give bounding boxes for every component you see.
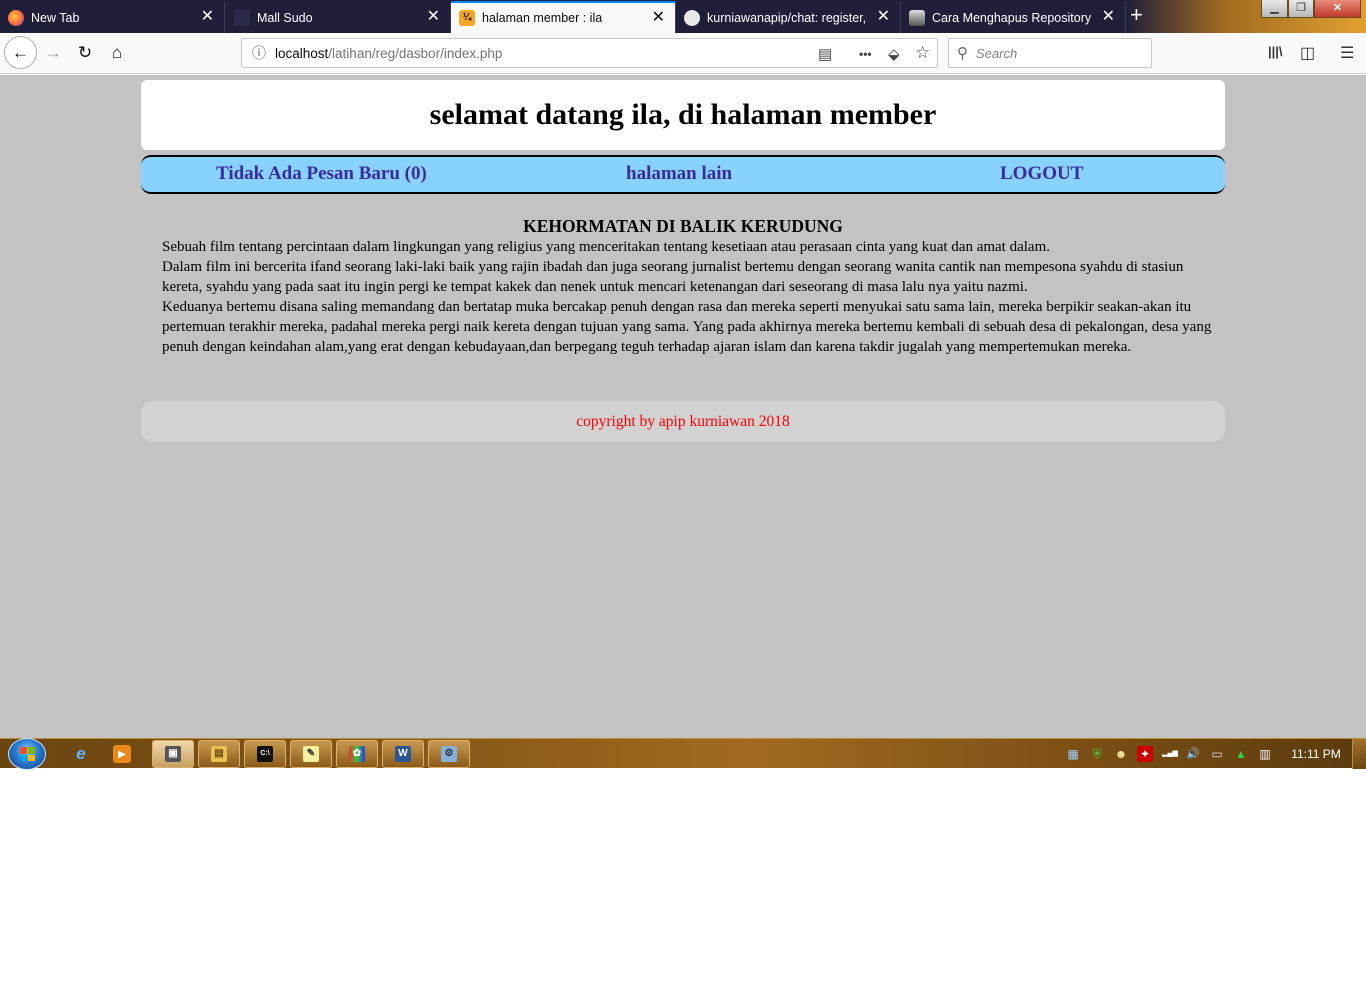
site-info-icon[interactable]: ⓘ: [252, 43, 266, 63]
file-explorer-icon: ▤: [211, 746, 227, 762]
avatar-favicon: [909, 9, 925, 26]
messenger-icon[interactable]: ☻: [1113, 746, 1129, 762]
paint-icon: ✿: [349, 746, 365, 762]
page-footer: copyright by apip kurniawan 2018: [141, 401, 1225, 442]
signal-strength-icon[interactable]: ▂▄▆: [1161, 746, 1179, 762]
volume-icon[interactable]: 🔊: [1185, 746, 1201, 762]
minimize-button[interactable]: ▁: [1261, 0, 1288, 18]
tab-label: kurniawanapip/chat: register,lo: [707, 10, 867, 25]
page-header: selamat datang ila, di halaman member: [141, 80, 1225, 150]
page-title: selamat datang ila, di halaman member: [429, 98, 937, 131]
tab-label: Mall Sudo: [257, 10, 313, 25]
menu-icon[interactable]: ☰: [1340, 43, 1354, 63]
xampp-favicon: ¼: [459, 10, 475, 26]
reload-button[interactable]: ↻: [69, 37, 101, 69]
back-button[interactable]: ←: [4, 36, 37, 69]
article-paragraph: Dalam film ini bercerita ifand seorang l…: [162, 259, 1184, 295]
search-icon: ⚲: [957, 45, 968, 62]
search-bar[interactable]: ⚲ Search: [948, 38, 1152, 68]
url-path: /latihan/reg/dasbor/index.php: [328, 45, 503, 61]
taskbar-app-explorer[interactable]: ▤: [198, 740, 240, 768]
acrobat-icon[interactable]: ✦: [1137, 746, 1153, 762]
article-paragraph: Sebuah film tentang percintaan dalam lin…: [162, 239, 1050, 255]
home-button[interactable]: ⌂: [101, 37, 133, 69]
security-shield-icon[interactable]: ⛨: [1089, 746, 1105, 762]
sidebar-icon[interactable]: ◫: [1300, 43, 1315, 63]
maximize-button[interactable]: ❐: [1288, 0, 1314, 18]
member-menu-bar: Tidak Ada Pesan Baru (0) halaman lain LO…: [141, 155, 1225, 194]
tab-close-icon[interactable]: ✕: [652, 10, 665, 26]
internet-explorer-icon[interactable]: e: [68, 741, 94, 767]
start-button[interactable]: [8, 738, 46, 770]
firefox-icon: [8, 9, 24, 26]
new-tab-button[interactable]: +: [1130, 4, 1143, 26]
url-bar[interactable]: ⓘ localhost/latihan/reg/dasbor/index.php…: [241, 38, 938, 68]
tab-new-tab[interactable]: New Tab ✕: [0, 2, 225, 33]
tab-mall-sudo[interactable]: Mall Sudo ✕: [226, 2, 451, 33]
tab-close-icon[interactable]: ✕: [201, 9, 214, 25]
browser-navigation-bar: ← → ↻ ⌂ ⓘ localhost/latihan/reg/dasbor/i…: [0, 33, 1366, 74]
article-title: KEHORMATAN DI BALIK KERUDUNG: [523, 216, 843, 236]
article: KEHORMATAN DI BALIK KERUDUNG Sebuah film…: [141, 215, 1225, 357]
github-icon: [684, 9, 700, 26]
tab-label: halaman member : ila: [482, 11, 603, 25]
library-icon[interactable]: |||\: [1268, 44, 1283, 59]
display-icon[interactable]: ▭: [1209, 746, 1225, 762]
taskbar-app-word[interactable]: W: [382, 740, 424, 768]
taskbar-app-cmd[interactable]: C:\: [244, 740, 286, 768]
tab-cara-menghapus[interactable]: Cara Menghapus Repository Di ✕: [901, 2, 1126, 33]
usb-device-icon[interactable]: ▥: [1257, 746, 1273, 762]
firefox-app-icon: ▣: [165, 746, 181, 762]
tab-close-icon[interactable]: ✕: [1102, 9, 1115, 25]
tab-close-icon[interactable]: ✕: [877, 9, 890, 25]
mall-sudo-favicon: [234, 9, 250, 26]
system-clock[interactable]: 11:11 PM: [1284, 739, 1348, 769]
search-placeholder: Search: [976, 45, 1018, 61]
taskbar-app-notepad[interactable]: ✎: [290, 740, 332, 768]
page-actions-icon[interactable]: •••: [859, 47, 872, 61]
taskbar-app-paint[interactable]: ✿: [336, 740, 378, 768]
browser-tab-strip: New Tab ✕ Mall Sudo ✕ ¼ halaman member :…: [0, 0, 1366, 33]
tab-github-chat[interactable]: kurniawanapip/chat: register,lo ✕: [676, 2, 901, 33]
url-host: localhost: [275, 45, 329, 61]
tab-label: New Tab: [31, 10, 80, 25]
media-player-icon[interactable]: ▶: [113, 745, 131, 763]
show-desktop-button[interactable]: [1352, 739, 1366, 769]
tab-halaman-member[interactable]: ¼ halaman member : ila ✕: [451, 1, 676, 33]
taskbar-app-firefox[interactable]: ▣: [152, 740, 194, 768]
tab-close-icon[interactable]: ✕: [427, 9, 440, 25]
command-prompt-icon: C:\: [257, 746, 273, 762]
logout-link[interactable]: LOGOUT: [1000, 163, 1083, 185]
article-paragraph: Keduanya bertemu disana saling memandang…: [162, 299, 1212, 355]
windows-logo-icon: [20, 747, 35, 761]
close-window-button[interactable]: ✕: [1314, 0, 1361, 18]
tab-label: Cara Menghapus Repository Di: [932, 10, 1092, 25]
notepad-icon: ✎: [303, 746, 319, 762]
network-share-icon[interactable]: ▦: [1065, 746, 1081, 762]
page-viewport: selamat datang ila, di halaman member Ti…: [0, 75, 1366, 738]
copyright-text: copyright by apip kurniawan 2018: [576, 413, 790, 430]
messages-link[interactable]: Tidak Ada Pesan Baru (0): [216, 163, 427, 185]
taskbar-app-control-panel[interactable]: ⚙: [428, 740, 470, 768]
forward-button[interactable]: →: [37, 37, 69, 69]
control-panel-icon: ⚙: [441, 746, 457, 762]
other-page-link[interactable]: halaman lain: [626, 163, 732, 185]
windows-taskbar: e ▶ ▣ ▤ C:\ ✎ ✿ W ⚙ ▦ ⛨ ☻ ✦ ▂▄▆ 🔊 ▭ ▲ ▥ …: [0, 738, 1366, 770]
bookmark-star-icon[interactable]: ☆: [915, 43, 930, 63]
reader-view-icon[interactable]: ▤: [818, 45, 832, 63]
pocket-icon[interactable]: ⬙: [888, 45, 900, 63]
drive-icon[interactable]: ▲: [1233, 746, 1249, 762]
word-icon: W: [395, 746, 411, 762]
